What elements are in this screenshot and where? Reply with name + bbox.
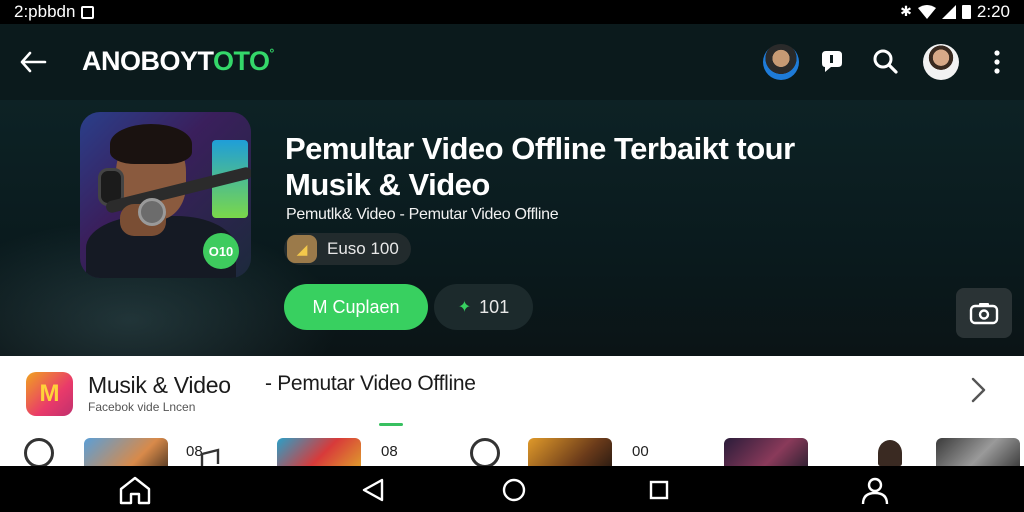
like-button[interactable]: ✦ 101 bbox=[434, 284, 533, 330]
logo-text-part1: ANOBOYT bbox=[82, 46, 214, 76]
rating-chip[interactable]: ◢ Euso 100 bbox=[284, 233, 411, 265]
signal-icon bbox=[941, 5, 956, 19]
list-item[interactable] bbox=[470, 438, 500, 466]
tab-indicator bbox=[379, 423, 403, 426]
wifi-icon bbox=[917, 5, 936, 19]
install-button[interactable]: M Cuplaen bbox=[284, 284, 428, 330]
vinyl-icon bbox=[24, 438, 54, 466]
notification-icon bbox=[81, 5, 95, 19]
developer-name[interactable]: Facebok vide Lncen bbox=[88, 400, 195, 414]
status-right: ✱ 2:20 bbox=[900, 2, 1010, 22]
system-nav-bar bbox=[0, 466, 1024, 512]
circle-home-icon[interactable] bbox=[497, 475, 531, 505]
chevron-right-icon[interactable] bbox=[966, 376, 990, 404]
list-item[interactable] bbox=[24, 438, 54, 466]
app-info-section: M Musik & Video Facebok vide Lncen - Pem… bbox=[0, 356, 1024, 466]
thumb-hair bbox=[110, 124, 192, 164]
thumb-badge: O10 bbox=[203, 233, 239, 269]
list-item-thumbnail[interactable] bbox=[936, 438, 1020, 466]
app-tagline: - Pemutar Video Offline bbox=[265, 372, 476, 395]
profile-avatar[interactable] bbox=[923, 44, 959, 80]
microphone-icon bbox=[138, 198, 166, 226]
status-time-right: 2:20 bbox=[976, 2, 1010, 21]
chat-bubble-icon[interactable] bbox=[816, 46, 848, 78]
banana-icon: ◢ bbox=[287, 235, 317, 263]
list-item-count: 00 bbox=[632, 443, 649, 460]
back-arrow-icon[interactable] bbox=[18, 48, 48, 76]
list-item-thumbnail[interactable] bbox=[277, 438, 361, 466]
list-item-count: 08 bbox=[381, 443, 398, 460]
person-icon[interactable] bbox=[858, 475, 892, 505]
app-bar: ANOBOYTOTO° bbox=[0, 24, 1024, 100]
music-note-icon bbox=[200, 448, 220, 466]
person-thumbnail[interactable] bbox=[878, 440, 902, 466]
avatar[interactable] bbox=[763, 44, 799, 80]
logo-mark: ° bbox=[269, 46, 275, 60]
leaf-icon: ✦ bbox=[457, 299, 472, 316]
search-icon[interactable] bbox=[870, 46, 902, 78]
status-time-left: 2:pbbdn bbox=[14, 2, 76, 21]
app-icon[interactable]: M bbox=[26, 372, 73, 416]
bluetooth-icon: ✱ bbox=[900, 4, 912, 20]
square-recents-icon[interactable] bbox=[642, 475, 676, 505]
list-item-thumbnail[interactable] bbox=[528, 438, 612, 466]
list-item-thumbnail[interactable] bbox=[84, 438, 168, 466]
hero-title: Pemultar Video Offline Terbaikt tour Mus… bbox=[285, 131, 795, 202]
hero-subtitle: Pemutlk& Video - Pemutar Video Offline bbox=[286, 206, 559, 223]
camera-button[interactable] bbox=[956, 288, 1012, 338]
more-vert-icon[interactable] bbox=[983, 46, 1011, 78]
app-logo[interactable]: ANOBOYTOTO° bbox=[82, 46, 274, 77]
app-name[interactable]: Musik & Video bbox=[88, 372, 231, 399]
home-icon[interactable] bbox=[118, 475, 152, 505]
rating-chip-label: Euso 100 bbox=[327, 239, 399, 258]
camera-icon bbox=[969, 303, 999, 325]
status-bar: 2:pbbdn ✱ 2:20 bbox=[0, 0, 1024, 24]
triangle-back-icon[interactable] bbox=[356, 475, 390, 505]
status-left: 2:pbbdn bbox=[14, 2, 95, 22]
logo-text-part2: OTO bbox=[213, 46, 270, 76]
list-item-thumbnail[interactable] bbox=[724, 438, 808, 466]
battery-icon bbox=[961, 5, 971, 19]
like-count: 101 bbox=[479, 296, 510, 317]
calendar-icon bbox=[470, 438, 500, 466]
hero-banner: O10 Pemultar Video Offline Terbaikt tour… bbox=[0, 100, 1024, 356]
